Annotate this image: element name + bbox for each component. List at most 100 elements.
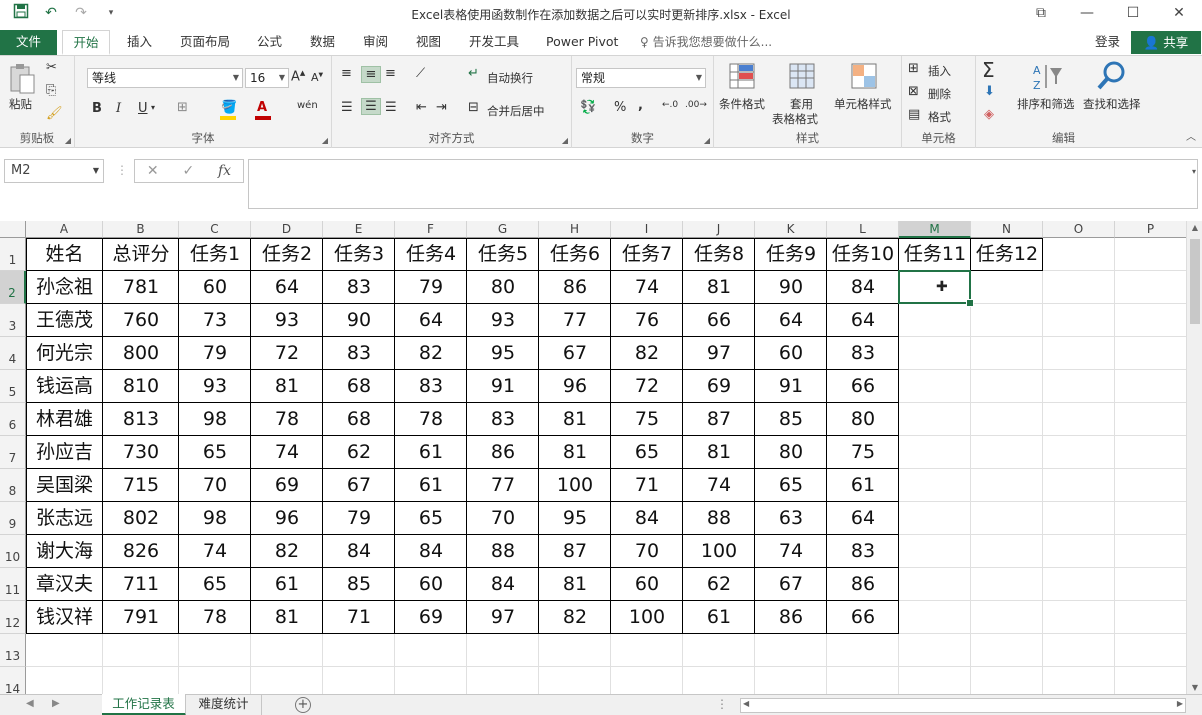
share-button[interactable]: 👤 共享 [1131,31,1201,54]
row-header-11[interactable]: 11 [0,568,26,601]
data-cell[interactable]: 61 [395,469,467,502]
row-header-10[interactable]: 10 [0,535,26,568]
format-as-table-label-1[interactable]: 套用 [790,96,813,112]
column-header-d[interactable]: D [251,221,323,238]
column-header-f[interactable]: F [395,221,467,238]
data-cell[interactable]: 95 [467,337,539,370]
header-cell[interactable]: 任务11 [899,238,971,271]
font-color-icon[interactable]: A [257,100,267,115]
select-all-corner[interactable] [0,221,26,238]
data-cell[interactable]: 760 [103,304,179,337]
data-cell[interactable]: 813 [103,403,179,436]
decrease-decimal-icon[interactable]: .00→ [685,100,707,110]
data-cell[interactable]: 王德茂 [26,304,103,337]
column-header-a[interactable]: A [26,221,103,238]
data-cell[interactable]: 65 [755,469,827,502]
format-as-table-label-2[interactable]: 表格格式 [772,111,818,127]
data-cell[interactable]: 84 [467,568,539,601]
data-cell[interactable]: 何光宗 [26,337,103,370]
data-cell[interactable]: 90 [755,271,827,304]
data-cell[interactable]: 802 [103,502,179,535]
data-cell[interactable]: 83 [323,337,395,370]
data-cell[interactable]: 吴国梁 [26,469,103,502]
close-icon[interactable]: ✕ [1156,0,1202,28]
phonetic-icon[interactable]: wén [297,100,318,111]
column-header-p[interactable]: P [1115,221,1186,238]
wrap-text-button[interactable]: 自动换行 [487,70,533,86]
insert-cells-button[interactable]: 插入 [928,63,951,79]
data-cell[interactable]: 88 [467,535,539,568]
data-cell[interactable]: 60 [179,271,251,304]
data-cell[interactable]: 96 [539,370,611,403]
data-cell[interactable]: 69 [395,601,467,634]
paste-button[interactable]: 粘贴 [9,96,32,112]
header-cell[interactable]: 姓名 [26,238,103,271]
align-top-icon[interactable]: ≡ [341,66,352,81]
column-header-k[interactable]: K [755,221,827,238]
add-sheet-icon[interactable]: + [295,697,311,713]
data-cell[interactable]: 81 [251,370,323,403]
italic-button[interactable]: I [116,101,121,116]
header-cell[interactable]: 任务2 [251,238,323,271]
data-cell[interactable]: 81 [683,271,755,304]
header-cell[interactable]: 任务7 [611,238,683,271]
data-cell[interactable]: 64 [827,502,899,535]
data-cell[interactable]: 64 [395,304,467,337]
paste-icon[interactable] [8,62,40,94]
data-cell[interactable]: 62 [683,568,755,601]
data-cell[interactable]: 76 [611,304,683,337]
data-cell[interactable]: 80 [827,403,899,436]
border-icon[interactable]: ⊞ [177,100,188,115]
ribbon-display-icon[interactable]: ⧉ [1018,0,1064,28]
wrap-text-icon[interactable]: ↵ [468,66,479,81]
data-cell[interactable]: 钱汉祥 [26,601,103,634]
data-cell[interactable]: 65 [395,502,467,535]
data-cell[interactable]: 60 [395,568,467,601]
scroll-left-icon[interactable]: ◀ [743,699,749,708]
data-cell[interactable]: 61 [395,436,467,469]
format-cells-button[interactable]: 格式 [928,109,951,125]
scroll-up-icon[interactable]: ▲ [1187,223,1202,232]
bold-button[interactable]: B [92,101,102,116]
data-cell[interactable]: 97 [467,601,539,634]
prev-sheet-icon[interactable]: ◀ [26,698,34,709]
align-right-icon[interactable]: ☰ [385,100,397,115]
font-launcher-icon[interactable]: ◢ [322,136,328,145]
column-header-n[interactable]: N [971,221,1043,238]
orientation-icon[interactable]: ⟋ [416,66,425,81]
sort-filter-icon[interactable]: AZ [1032,62,1064,94]
worksheet-grid[interactable]: A B C D E F G H I J K L M N O P 1 2 3 4 5 6 7 8 9 10 11 12 13 14 姓名 总评分… [0,221,1186,694]
data-cell[interactable]: 80 [755,436,827,469]
decrease-indent-icon[interactable]: ⇤ [416,100,427,115]
data-cell[interactable]: 86 [827,568,899,601]
cancel-icon[interactable]: ✕ [147,163,159,179]
data-cell[interactable]: 82 [395,337,467,370]
data-cell[interactable]: 93 [179,370,251,403]
tab-splitter-icon[interactable]: ⋮ [716,697,728,711]
vertical-scrollbar[interactable]: ▲ ▼ [1186,221,1202,694]
fill-color-icon[interactable]: 🪣 [221,100,237,115]
column-header-l[interactable]: L [827,221,899,238]
data-cell[interactable]: 90 [323,304,395,337]
header-cell[interactable]: 任务8 [683,238,755,271]
data-cell[interactable]: 800 [103,337,179,370]
row-header-4[interactable]: 4 [0,337,26,370]
data-cell[interactable]: 83 [467,403,539,436]
find-select-icon[interactable] [1096,60,1128,92]
data-cell[interactable]: 84 [395,535,467,568]
minimize-icon[interactable]: — [1064,0,1110,28]
tab-data[interactable]: 数据 [310,30,335,55]
data-cell[interactable]: 81 [251,601,323,634]
data-cell[interactable]: 97 [683,337,755,370]
data-cell[interactable]: 79 [395,271,467,304]
data-cell[interactable]: 68 [323,370,395,403]
data-cell[interactable]: 67 [755,568,827,601]
formula-input[interactable] [248,159,1198,209]
scroll-right-icon[interactable]: ▶ [1177,699,1183,708]
data-cell[interactable]: 82 [611,337,683,370]
data-cell[interactable]: 100 [611,601,683,634]
data-cell[interactable]: 74 [683,469,755,502]
data-cell[interactable]: 65 [179,436,251,469]
insert-function-icon[interactable]: fx [218,163,231,179]
data-cell[interactable]: 60 [611,568,683,601]
